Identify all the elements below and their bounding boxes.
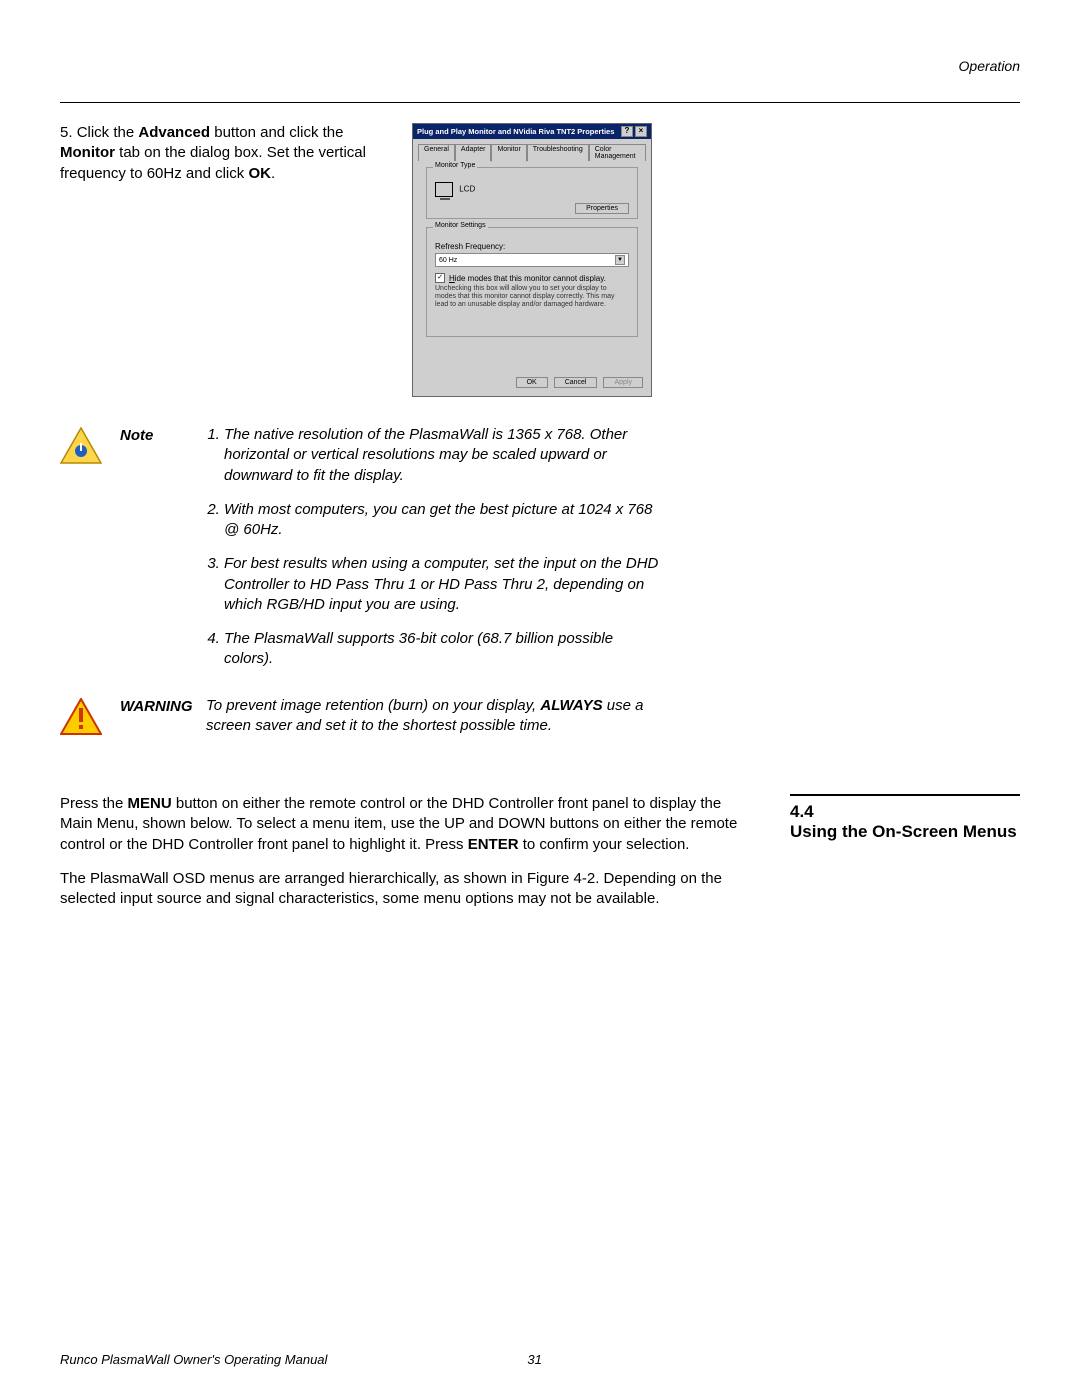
- enter-word: ENTER: [468, 836, 519, 853]
- warning-body: To prevent image retention (burn) on you…: [206, 696, 666, 737]
- note-callout: Note The native resolution of the Plasma…: [60, 425, 1020, 684]
- note-item: The native resolution of the PlasmaWall …: [224, 425, 666, 486]
- warning-icon: [60, 696, 120, 736]
- dialog-footer: OK Cancel Apply: [413, 371, 651, 396]
- step-text-frag: button and click the: [210, 124, 343, 141]
- monitor-icon: [435, 182, 453, 197]
- apply-button[interactable]: Apply: [603, 377, 643, 388]
- properties-button[interactable]: Properties: [575, 203, 629, 214]
- note-body: The native resolution of the PlasmaWall …: [206, 425, 666, 684]
- step-text-frag: .: [271, 165, 275, 182]
- tab-general[interactable]: General: [418, 144, 455, 161]
- hide-modes-checkbox[interactable]: ✓: [435, 273, 445, 283]
- refresh-frequency-label: Refresh Frequency:: [435, 242, 629, 251]
- refresh-frequency-dropdown[interactable]: 60 Hz ▼: [435, 253, 629, 267]
- section-number: 4.4: [790, 802, 1020, 822]
- group-monitor-type: Monitor Type LCD Properties: [426, 167, 638, 219]
- ok-button[interactable]: OK: [516, 377, 548, 388]
- step-text-frag: Click the: [77, 124, 139, 141]
- tab-adapter[interactable]: Adapter: [455, 144, 492, 161]
- section-heading-box: 4.4 Using the On-Screen Menus: [790, 794, 1020, 923]
- monitor-type-value: LCD: [459, 185, 475, 194]
- header-rule: [60, 102, 1020, 103]
- group-monitor-settings: Monitor Settings Refresh Frequency: 60 H…: [426, 227, 638, 337]
- step-number: 5.: [60, 124, 73, 141]
- chevron-down-icon: ▼: [615, 255, 625, 265]
- hide-modes-rest: ide modes that this monitor cannot displ…: [455, 274, 606, 283]
- section-title: Using the On-Screen Menus: [790, 822, 1020, 842]
- hide-modes-fineprint: Unchecking this box will allow you to se…: [435, 285, 629, 309]
- section-p1-frag: to confirm your selection.: [519, 836, 690, 853]
- note-item: For best results when using a computer, …: [224, 554, 666, 615]
- section-p1-frag: Press the: [60, 795, 128, 812]
- properties-dialog: Plug and Play Monitor and NVidia Riva TN…: [412, 123, 652, 397]
- section-main-text: Press the MENU button on either the remo…: [60, 794, 750, 923]
- monitor-word: Monitor: [60, 144, 115, 161]
- dialog-tab-body: Monitor Type LCD Properties Monitor Sett…: [418, 161, 646, 371]
- note-item: With most computers, you can get the bes…: [224, 500, 666, 541]
- always-word: ALWAYS: [540, 697, 602, 714]
- cancel-button[interactable]: Cancel: [554, 377, 598, 388]
- note-item: The PlasmaWall supports 36-bit color (68…: [224, 629, 666, 670]
- dialog-tabs: General Adapter Monitor Troubleshooting …: [413, 139, 651, 161]
- tab-monitor[interactable]: Monitor: [491, 144, 526, 162]
- titlebar-close-button[interactable]: ×: [635, 126, 647, 137]
- titlebar-help-button[interactable]: ?: [621, 126, 633, 137]
- dialog-title: Plug and Play Monitor and NVidia Riva TN…: [417, 127, 614, 136]
- section-heading-rule: [790, 794, 1020, 796]
- section-p2: The PlasmaWall OSD menus are arranged hi…: [60, 869, 750, 910]
- dialog-titlebar: Plug and Play Monitor and NVidia Riva TN…: [413, 124, 651, 139]
- step-5-text: 5. Click the Advanced button and click t…: [60, 123, 410, 397]
- group-label-monitor-type: Monitor Type: [433, 162, 477, 169]
- manual-title: Runco PlasmaWall Owner's Operating Manua…: [60, 1352, 327, 1367]
- tab-color-management[interactable]: Color Management: [589, 144, 646, 161]
- page-footer: Runco PlasmaWall Owner's Operating Manua…: [60, 1352, 1020, 1367]
- warning-callout: WARNING To prevent image retention (burn…: [60, 696, 1020, 737]
- warning-text-frag: To prevent image retention (burn) on you…: [206, 697, 540, 714]
- group-label-monitor-settings: Monitor Settings: [433, 222, 488, 229]
- section-4-4: Press the MENU button on either the remo…: [60, 794, 1020, 923]
- page-number: 31: [527, 1352, 541, 1367]
- menu-word: MENU: [128, 795, 172, 812]
- hide-modes-label: Hide modes that this monitor cannot disp…: [449, 274, 606, 283]
- note-icon: [60, 425, 120, 465]
- refresh-frequency-value: 60 Hz: [439, 257, 457, 264]
- step-5-row: 5. Click the Advanced button and click t…: [60, 123, 1020, 397]
- header-section-label: Operation: [60, 58, 1020, 74]
- advanced-word: Advanced: [138, 124, 210, 141]
- ok-word: OK: [248, 165, 271, 182]
- tab-troubleshooting[interactable]: Troubleshooting: [527, 144, 589, 161]
- note-label: Note: [120, 425, 206, 444]
- warning-label: WARNING: [120, 696, 206, 715]
